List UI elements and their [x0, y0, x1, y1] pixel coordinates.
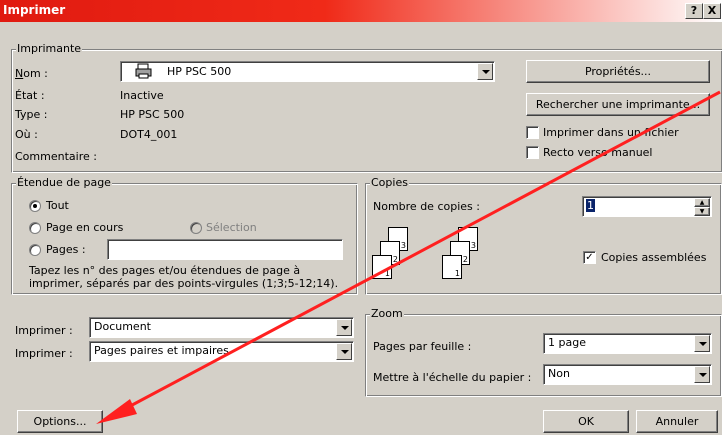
pages-hint: Tapez les n° des pages et/ou étendues de… [29, 264, 339, 290]
close-button[interactable]: X [703, 3, 721, 19]
collate-label: Copies assemblées [601, 251, 707, 264]
printer-status-value: Inactive [120, 89, 164, 102]
chevron-down-icon[interactable] [336, 343, 352, 360]
scale-label: Mettre à l'échelle du papier : [373, 371, 532, 384]
selection-radio[interactable] [190, 222, 202, 234]
printer-name-value: HP PSC 500 [167, 65, 232, 78]
printer-status-label: État : [15, 89, 45, 102]
spin-down-icon[interactable]: ▼ [694, 207, 710, 216]
copies-count-spinner[interactable]: 1 ▲ ▼ [582, 196, 712, 217]
copies-group-label: Copies [370, 176, 409, 189]
chevron-down-icon[interactable] [477, 63, 493, 80]
collate-illustration: 3 2 1 3 2 1 [372, 227, 484, 287]
print-to-file-checkbox[interactable] [526, 126, 539, 139]
print-to-file-label: Imprimer dans un fichier [543, 126, 679, 139]
printer-name-label: Nom : [15, 67, 48, 80]
window-title: Imprimer [3, 3, 66, 17]
print-pages-label: Imprimer : [15, 347, 73, 360]
printer-comment-label: Commentaire : [15, 150, 97, 163]
manual-duplex-checkbox[interactable] [526, 146, 539, 159]
spin-up-icon[interactable]: ▲ [694, 198, 710, 207]
printer-group-label: Imprimante [16, 42, 83, 55]
title-bar [0, 0, 722, 22]
printer-type-label: Type : [15, 108, 48, 121]
ok-button[interactable]: OK [543, 410, 629, 433]
pages-input[interactable] [107, 239, 343, 260]
printer-name-dropdown[interactable]: HP PSC 500 [120, 61, 495, 82]
printer-type-value: HP PSC 500 [120, 108, 185, 121]
page-icon: 1 [372, 255, 392, 279]
all-pages-label: Tout [46, 199, 69, 212]
print-what-label: Imprimer : [15, 324, 73, 337]
selection-label: Sélection [206, 221, 257, 234]
chevron-down-icon[interactable] [336, 319, 352, 336]
page-icon: 1 [442, 255, 462, 279]
printer-where-label: Où : [15, 128, 38, 141]
printer-icon [135, 63, 153, 79]
scale-dropdown[interactable]: Non [543, 364, 712, 385]
collate-checkbox[interactable]: ✓ [583, 251, 596, 264]
chevron-down-icon[interactable] [694, 366, 710, 383]
zoom-group-label: Zoom [370, 307, 404, 320]
printer-where-value: DOT4_001 [120, 128, 178, 141]
chevron-down-icon[interactable] [694, 335, 710, 352]
all-pages-radio[interactable] [29, 200, 41, 212]
copies-count-value: 1 [586, 199, 595, 212]
pages-label: Pages : [46, 243, 86, 256]
current-page-radio[interactable] [29, 222, 41, 234]
current-page-label: Page en cours [46, 221, 124, 234]
properties-button[interactable]: Propriétés... [526, 60, 710, 83]
find-printer-button[interactable]: Rechercher une imprimante... [526, 93, 710, 116]
help-button[interactable]: ? [685, 3, 703, 19]
pages-per-sheet-label: Pages par feuille : [373, 340, 472, 353]
cancel-button[interactable]: Annuler [636, 410, 718, 433]
options-button[interactable]: Options... [17, 410, 103, 433]
pages-radio[interactable] [29, 244, 41, 256]
page-range-group-label: Étendue de page [16, 176, 112, 189]
pages-per-sheet-dropdown[interactable]: 1 page [543, 333, 712, 354]
manual-duplex-label: Recto verso manuel [543, 146, 653, 159]
copies-count-label: Nombre de copies : [373, 200, 480, 213]
print-what-dropdown[interactable]: Document [89, 317, 354, 338]
print-pages-dropdown[interactable]: Pages paires et impaires [89, 341, 354, 362]
